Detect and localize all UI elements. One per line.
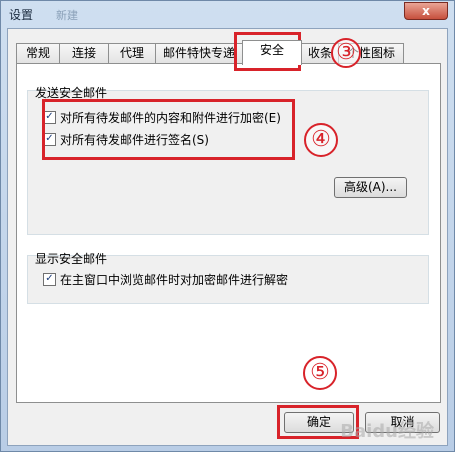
step5-marker: ⑤: [303, 356, 337, 390]
tab-proxy[interactable]: 代理: [108, 43, 156, 63]
advanced-button[interactable]: 高级(A)...: [334, 177, 407, 198]
decrypt-checkbox-row[interactable]: ✓ 在主窗口中浏览邮件时对加密邮件进行解密: [43, 272, 288, 288]
settings-window: 设置 新建 x 常规 连接 代理 邮件特快专递 安全 收条 个性图标 发送安全邮…: [0, 0, 455, 452]
view-secure-mail-title: 显示安全邮件: [35, 252, 108, 266]
close-icon: x: [422, 4, 430, 18]
window-title-ghost: 新建: [56, 9, 78, 22]
tab-strip: 常规 连接 代理 邮件特快专递 安全 收条 个性图标: [16, 40, 441, 65]
title-bar[interactable]: 设置 新建 x: [1, 1, 454, 27]
checkboxes-highlight: [42, 99, 295, 160]
tab-general[interactable]: 常规: [16, 43, 60, 63]
decrypt-label: 在主窗口中浏览邮件时对加密邮件进行解密: [60, 273, 289, 287]
tab-security[interactable]: 安全: [242, 40, 302, 65]
decrypt-checkbox[interactable]: ✓: [43, 273, 56, 286]
tab-connection[interactable]: 连接: [59, 43, 109, 63]
close-button[interactable]: x: [404, 2, 448, 20]
watermark: Baidu经验: [340, 421, 434, 442]
tab-express-mail[interactable]: 邮件特快专递: [155, 43, 243, 63]
step3-marker: ③: [331, 38, 361, 68]
step4-marker: ④: [304, 123, 338, 157]
dialog-client-area: 常规 连接 代理 邮件特快专递 安全 收条 个性图标 发送安全邮件 ✓ 对所有待发…: [7, 28, 448, 446]
window-title: 设置: [9, 8, 34, 22]
